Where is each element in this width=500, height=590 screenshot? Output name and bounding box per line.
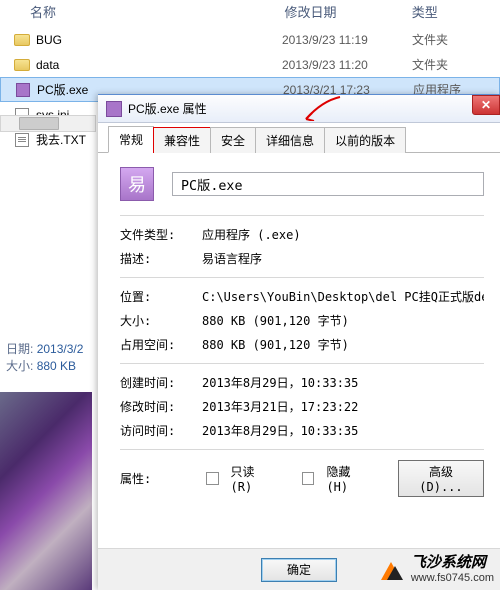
separator (120, 277, 484, 278)
tab-3[interactable]: 详细信息 (255, 127, 325, 153)
separator (120, 215, 484, 216)
ok-button[interactable]: 确定 (261, 558, 337, 582)
desc-value: 易语言程序 (202, 250, 484, 267)
watermark-url: www.fs0745.com (411, 572, 494, 584)
separator (120, 449, 484, 450)
dialog-app-icon (106, 101, 122, 117)
dialog-body: 易 文件类型:应用程序 (.exe) 描述:易语言程序 位置:C:\Users\… (98, 153, 500, 507)
folder-icon (14, 32, 30, 48)
folder-icon (14, 57, 30, 73)
col-header-name[interactable]: 名称 (30, 2, 284, 21)
hidden-label: 隐藏(H) (326, 463, 369, 494)
tab-0[interactable]: 常规 (108, 126, 154, 153)
properties-dialog: PC版.exe 属性 ✕ 常规兼容性安全详细信息以前的版本 易 文件类型:应用程… (98, 94, 500, 590)
app-icon: 易 (120, 167, 154, 201)
tab-2[interactable]: 安全 (210, 127, 256, 153)
created-value: 2013年8月29日，10:33:35 (202, 374, 484, 391)
size-value: 880 KB (901,120 字节) (202, 312, 484, 329)
scrollbar-thumb[interactable] (19, 117, 59, 130)
created-label: 创建时间: (120, 374, 202, 391)
watermark-logo-icon (377, 556, 405, 584)
watermark: 飞沙系统网 www.fs0745.com (377, 555, 494, 584)
disk-value: 880 KB (901,120 字节) (202, 336, 484, 353)
dialog-tabs: 常规兼容性安全详细信息以前的版本 (98, 123, 500, 153)
file-type: 文件夹 (412, 56, 448, 73)
detail-size-value: 880 KB (37, 359, 76, 373)
file-date: 2013/9/23 11:20 (282, 58, 412, 72)
file-date: 2013/9/23 11:19 (282, 33, 412, 47)
filetype-value: 应用程序 (.exe) (202, 226, 484, 243)
tab-1[interactable]: 兼容性 (153, 127, 211, 153)
location-value: C:\Users\YouBin\Desktop\del PC挂Q正式版del (202, 288, 484, 305)
modified-label: 修改时间: (120, 398, 202, 415)
detail-size-label: 大小: (6, 359, 33, 373)
background-photo (0, 392, 92, 590)
file-type: 文件夹 (412, 31, 448, 48)
dialog-titlebar[interactable]: PC版.exe 属性 ✕ (98, 95, 500, 123)
col-header-date[interactable]: 修改日期 (284, 2, 411, 21)
disk-label: 占用空间: (120, 336, 202, 353)
col-header-type[interactable]: 类型 (412, 2, 490, 21)
file-name: BUG (36, 33, 282, 47)
advanced-button[interactable]: 高级(D)... (398, 460, 484, 497)
close-button[interactable]: ✕ (472, 95, 500, 115)
annotation-arrow (298, 91, 348, 121)
file-row[interactable]: data2013/9/23 11:20文件夹 (0, 52, 500, 77)
detail-date-label: 日期: (6, 342, 33, 356)
readonly-label: 只读(R) (231, 463, 274, 494)
exe-icon (15, 82, 31, 98)
tab-4[interactable]: 以前的版本 (324, 127, 406, 153)
size-label: 大小: (120, 312, 202, 329)
modified-value: 2013年3月21日，17:23:22 (202, 398, 484, 415)
desc-label: 描述: (120, 250, 202, 267)
file-row[interactable]: BUG2013/9/23 11:19文件夹 (0, 27, 500, 52)
file-name: data (36, 58, 282, 72)
filetype-label: 文件类型: (120, 226, 202, 243)
accessed-label: 访问时间: (120, 422, 202, 439)
location-label: 位置: (120, 288, 202, 305)
explorer-column-headers: 名称 修改日期 类型 (0, 0, 500, 27)
hidden-checkbox[interactable] (302, 472, 314, 485)
filename-input[interactable] (172, 172, 484, 196)
status-detail-pane: 日期: 2013/3/2 大小: 880 KB (0, 336, 89, 378)
accessed-value: 2013年8月29日，10:33:35 (202, 422, 484, 439)
horizontal-scrollbar[interactable] (0, 115, 96, 132)
separator (120, 363, 484, 364)
dialog-title: PC版.exe 属性 (128, 100, 207, 117)
txt-icon (14, 132, 30, 148)
watermark-name: 飞沙系统网 (411, 555, 494, 572)
attributes-label: 属性: (120, 470, 198, 487)
readonly-checkbox[interactable] (206, 472, 218, 485)
detail-date-value: 2013/3/2 (37, 342, 84, 356)
